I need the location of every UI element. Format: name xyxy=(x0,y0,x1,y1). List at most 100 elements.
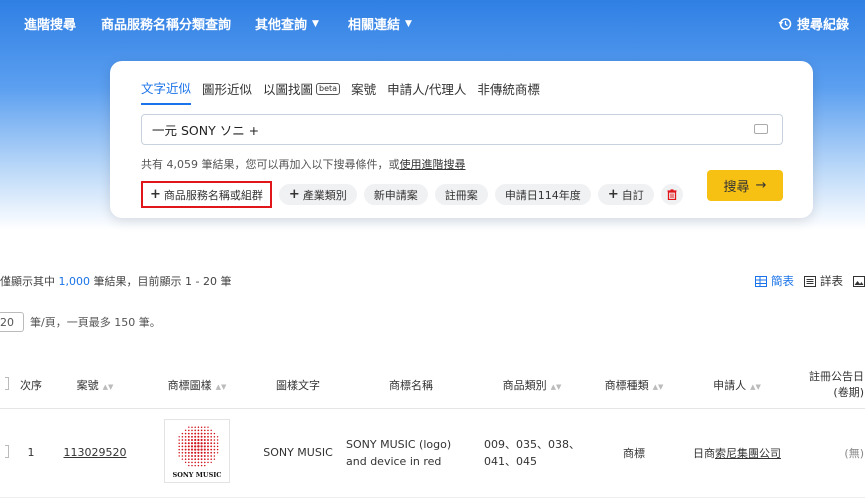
sort-icon[interactable]: ▲▼ xyxy=(653,383,664,391)
logo-dot xyxy=(194,458,197,461)
tab-image-search[interactable]: 以圖找圖 beta xyxy=(263,78,341,105)
logo-dot xyxy=(178,439,180,441)
logo-dot xyxy=(191,461,193,464)
tab-case-number[interactable]: 案號 xyxy=(351,78,376,105)
logo-dot xyxy=(184,461,187,464)
logo-dot xyxy=(184,432,187,435)
logo-dot xyxy=(188,426,190,428)
search-button[interactable]: 搜尋 → xyxy=(707,170,783,201)
checkbox[interactable] xyxy=(5,444,9,458)
advanced-search-link[interactable]: 使用進階搜尋 xyxy=(399,158,465,171)
logo-dot xyxy=(194,445,197,448)
nav-label: 相關連結 xyxy=(348,18,401,33)
nav-label: 其他查詢 xyxy=(255,18,308,33)
logo-dot xyxy=(203,445,206,448)
page-size-select[interactable]: 20 xyxy=(0,312,24,332)
chip-industry[interactable]: + 產業類別 xyxy=(278,184,357,205)
chip-label: 產業類別 xyxy=(302,188,347,202)
col-index: 次序 xyxy=(14,362,48,409)
tab-image-similar[interactable]: 圖形近似 xyxy=(202,78,252,105)
select-all-checkbox[interactable] xyxy=(0,362,14,409)
applicant-prefix: 日商 xyxy=(693,446,715,460)
tab-nontraditional[interactable]: 非傳統商標 xyxy=(477,78,540,105)
sort-icon[interactable]: ▲▼ xyxy=(551,383,562,391)
logo-dot xyxy=(178,442,180,444)
history-label: 搜尋紀錄 xyxy=(797,18,850,33)
header-label: 申請人 xyxy=(713,378,747,392)
page-size-value: 20 xyxy=(0,315,14,329)
tab-applicant-agent[interactable]: 申請人/代理人 xyxy=(387,78,466,105)
filter-chips: + 商品服務名稱或組群 + 產業類別 新申請案 註冊案 申請日114年度 + 自訂 xyxy=(141,181,683,208)
logo-dot xyxy=(187,445,190,448)
logo-dot xyxy=(200,432,203,435)
chip-registered[interactable]: 註冊案 xyxy=(434,184,488,205)
header-label: 商品類別 xyxy=(502,378,547,392)
view-compact[interactable]: 簡表 xyxy=(755,273,794,289)
col-applicant[interactable]: 申請人 ▲▼ xyxy=(682,362,792,409)
logo-dot xyxy=(197,461,200,464)
logo-dot xyxy=(197,455,200,457)
checkbox[interactable] xyxy=(5,376,9,390)
logo-dot xyxy=(213,442,216,445)
applicant-link[interactable]: 索尼集團公司 xyxy=(715,447,781,460)
logo-dot xyxy=(190,445,194,448)
logo-dot xyxy=(194,432,197,435)
logo-dot xyxy=(197,451,200,454)
classes-line: 009、035、038、 xyxy=(484,437,580,451)
col-classes[interactable]: 商品類別 ▲▼ xyxy=(478,362,586,409)
view-label: 簡表 xyxy=(771,274,794,288)
logo-dot xyxy=(187,435,190,438)
image-view-icon[interactable] xyxy=(853,275,865,287)
logo-dot xyxy=(207,461,209,464)
logo-dot xyxy=(207,429,209,432)
chip-new-application[interactable]: 新申請案 xyxy=(363,184,428,205)
logo-dot xyxy=(203,442,206,445)
row-checkbox-cell[interactable] xyxy=(0,408,14,498)
row-case-number-cell: 113029520 xyxy=(48,408,142,498)
logo-dot xyxy=(210,442,213,445)
chip-goods-services[interactable]: + 商品服務名稱或組群 xyxy=(141,181,272,208)
search-history-button[interactable]: 搜尋紀錄 xyxy=(778,14,849,33)
logo-dot xyxy=(207,455,209,457)
chip-custom[interactable]: + 自訂 xyxy=(597,184,654,205)
row-mark-image-cell: SONY MUSIC xyxy=(142,408,252,498)
table-icon xyxy=(755,275,767,287)
sort-icon[interactable]: ▲▼ xyxy=(103,383,114,391)
logo-dot xyxy=(213,445,216,448)
nav-advanced-search[interactable]: 進階搜尋 xyxy=(24,14,76,33)
table-header-row: 次序 案號 ▲▼ 商標圖樣 ▲▼ 圖樣文字 商標名稱 商品類別 ▲▼ 商標種類 ▲▼ 申… xyxy=(0,362,865,409)
trash-icon[interactable] xyxy=(660,184,683,205)
logo-dot xyxy=(200,455,203,457)
logo-dot xyxy=(181,448,184,451)
results-count: 1,000 xyxy=(58,275,91,288)
nav-related-links[interactable]: 相關連結 ▼ xyxy=(348,14,412,33)
row-mark-type: 商標 xyxy=(586,408,682,498)
table-row[interactable]: 1 113029520 SONY MUSIC SONY MUSIC SONY M… xyxy=(0,408,865,498)
sort-icon[interactable]: ▲▼ xyxy=(216,383,227,391)
logo-dot xyxy=(184,445,187,448)
case-number-link[interactable]: 113029520 xyxy=(64,446,127,459)
header-label-sub: (卷期) xyxy=(833,385,864,399)
logo-dot xyxy=(207,448,209,451)
trademark-image[interactable]: SONY MUSIC xyxy=(164,419,230,483)
logo-dot xyxy=(207,442,209,445)
logo-dot xyxy=(184,442,187,445)
chip-application-date[interactable]: 申請日114年度 xyxy=(494,184,591,205)
nav-goods-class-query[interactable]: 商品服務名稱分類查詢 xyxy=(101,14,231,33)
nav-other-query[interactable]: 其他查詢 ▼ xyxy=(255,14,319,33)
logo-dot xyxy=(203,451,206,454)
col-mark-type[interactable]: 商標種類 ▲▼ xyxy=(586,362,682,409)
chip-label: 自訂 xyxy=(621,188,644,202)
logo-dot xyxy=(207,432,209,435)
keyboard-icon[interactable] xyxy=(754,124,768,134)
view-detailed[interactable]: 詳表 xyxy=(804,273,843,289)
col-reg-date[interactable]: 註冊公告日 (卷期) xyxy=(792,362,865,409)
col-case-number[interactable]: 案號 ▲▼ xyxy=(48,362,142,409)
sort-icon[interactable]: ▲▼ xyxy=(750,383,761,391)
logo-dot xyxy=(178,436,180,438)
col-mark-image[interactable]: 商標圖樣 ▲▼ xyxy=(142,362,252,409)
tab-text-similar[interactable]: 文字近似 xyxy=(141,78,192,105)
search-input[interactable]: 一元 SONY ソニ + xyxy=(141,114,783,145)
plus-icon: + xyxy=(288,187,300,202)
logo-dot xyxy=(191,458,193,461)
